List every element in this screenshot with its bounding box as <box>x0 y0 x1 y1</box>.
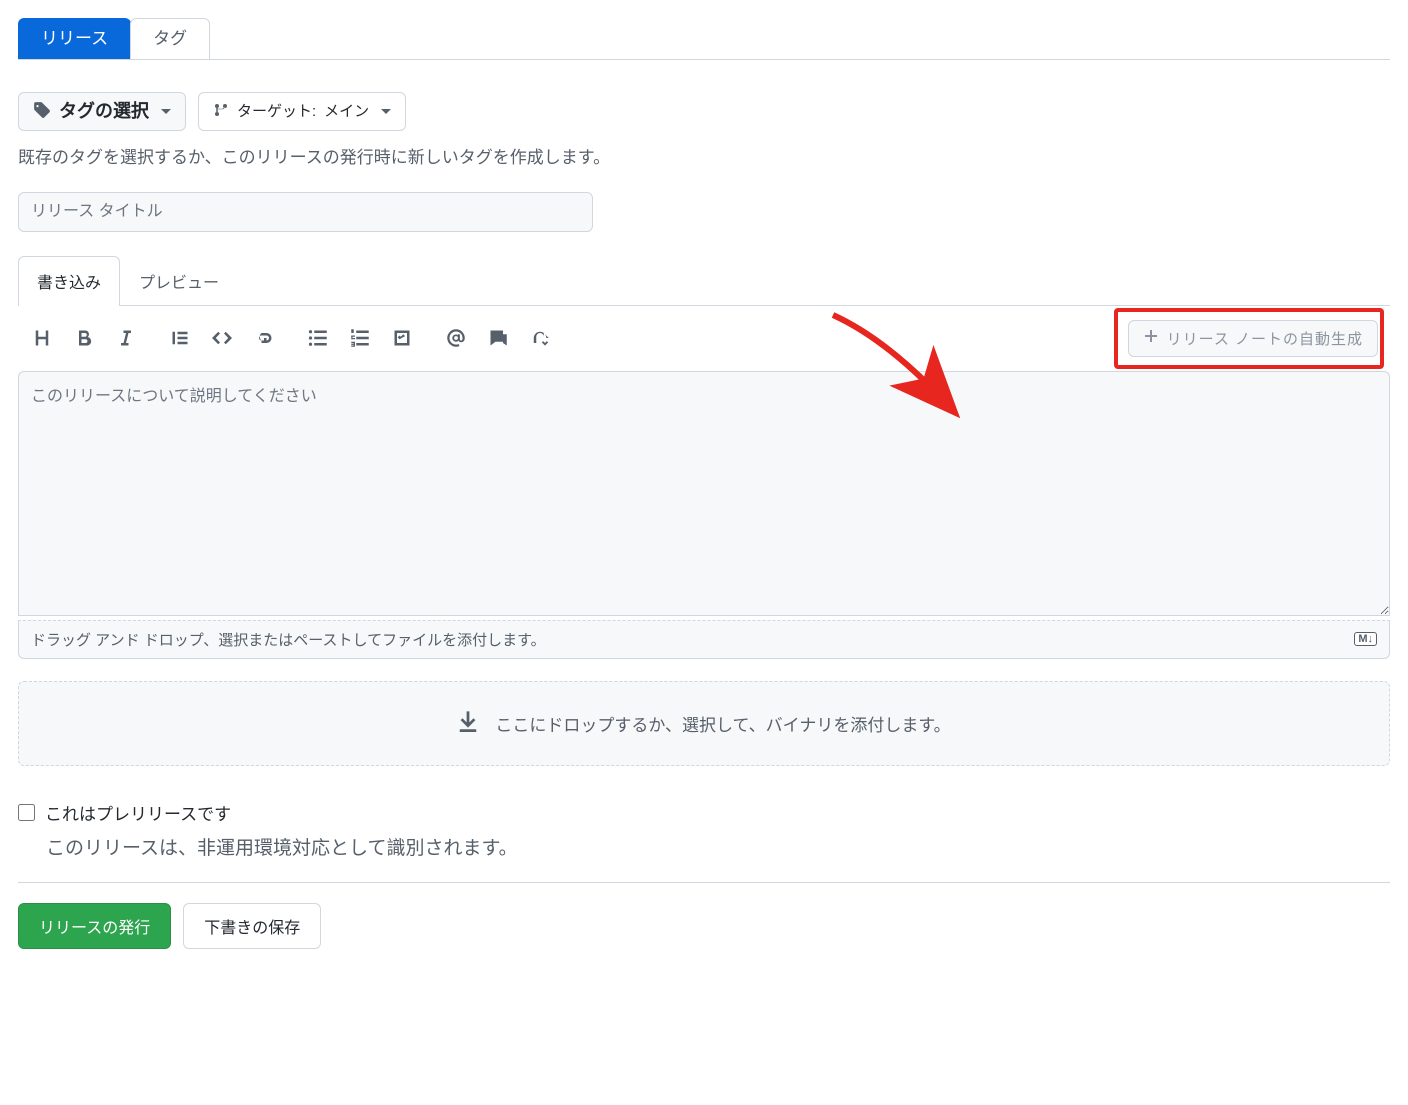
attach-hint-text: ドラッグ アンド ドロップ、選択またはペーストしてファイルを添付します。 <box>31 629 546 650</box>
publish-release-button[interactable]: リリースの発行 <box>18 903 171 949</box>
reply-icon[interactable] <box>528 326 552 350</box>
divider <box>18 882 1390 883</box>
tag-help-text: 既存のタグを選択するか、このリリースの発行時に新しいタグを作成します。 <box>18 143 1390 168</box>
branch-icon <box>213 102 229 121</box>
unordered-list-icon[interactable] <box>306 326 330 350</box>
italic-icon[interactable] <box>114 326 138 350</box>
heading-icon[interactable] <box>30 326 54 350</box>
tab-tag[interactable]: タグ <box>130 18 210 59</box>
dropzone-text: ここにドロップするか、選択して、バイナリを添付します。 <box>495 711 950 736</box>
quote-icon[interactable] <box>168 326 192 350</box>
file-attach-hint-bar[interactable]: ドラッグ アンド ドロップ、選択またはペーストしてファイルを添付します。 M↓ <box>18 620 1390 659</box>
editor-tabs: 書き込み プレビュー <box>18 256 1390 306</box>
download-arrow-icon <box>457 710 479 737</box>
auto-generate-notes-button[interactable]: リリース ノートの自動生成 <box>1128 320 1378 357</box>
save-draft-button[interactable]: 下書きの保存 <box>183 903 321 949</box>
release-tag-nav: リリース タグ <box>18 18 1390 60</box>
tag-icon <box>33 101 51 122</box>
release-description-textarea[interactable] <box>18 371 1390 616</box>
prerelease-checkbox[interactable] <box>18 804 35 821</box>
chevron-down-icon <box>381 109 391 114</box>
tab-preview[interactable]: プレビュー <box>120 256 238 305</box>
prerelease-description: このリリースは、非運用環境対応として識別されます。 <box>46 833 1390 860</box>
code-icon[interactable] <box>210 326 234 350</box>
ordered-list-icon[interactable] <box>348 326 372 350</box>
link-icon[interactable] <box>252 326 276 350</box>
bold-icon[interactable] <box>72 326 96 350</box>
release-title-input[interactable] <box>18 192 593 232</box>
binary-dropzone[interactable]: ここにドロップするか、選択して、バイナリを添付します。 <box>18 681 1390 766</box>
target-value: メイン <box>324 104 369 119</box>
prerelease-label: これはプレリリースです <box>45 800 231 825</box>
tasklist-icon[interactable] <box>390 326 414 350</box>
plus-icon <box>1143 328 1159 348</box>
tag-select-button[interactable]: タグの選択 <box>18 92 186 131</box>
reference-icon[interactable] <box>486 326 510 350</box>
chevron-down-icon <box>161 109 171 114</box>
editor-toolbar: リリース ノートの自動生成 <box>18 306 1390 371</box>
target-prefix: ターゲット: <box>237 104 316 119</box>
tag-select-label: タグの選択 <box>59 102 149 120</box>
tab-write[interactable]: 書き込み <box>18 256 120 305</box>
markdown-badge-icon[interactable]: M↓ <box>1354 632 1377 646</box>
mention-icon[interactable] <box>444 326 468 350</box>
auto-generate-label: リリース ノートの自動生成 <box>1167 328 1363 349</box>
target-select-button[interactable]: ターゲット: メイン <box>198 92 406 131</box>
tab-release[interactable]: リリース <box>18 18 131 59</box>
